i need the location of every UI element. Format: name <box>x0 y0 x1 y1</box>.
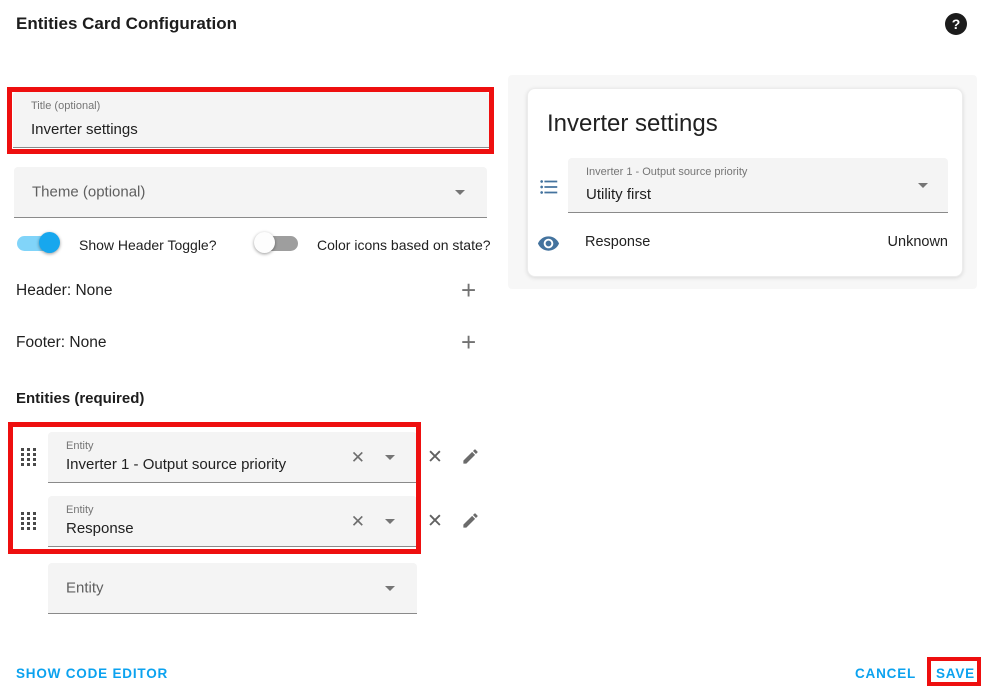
add-footer-icon[interactable]: + <box>461 333 476 351</box>
add-header-icon[interactable]: + <box>461 281 476 299</box>
preview-state-value: Unknown <box>888 234 948 250</box>
title-input[interactable]: Title (optional) Inverter settings <box>13 92 489 148</box>
entity-select-label: Entity <box>66 504 94 516</box>
clear-icon[interactable]: ✕ <box>351 513 365 530</box>
header-row-label: Header: None <box>16 282 113 300</box>
toggle-thumb <box>254 232 275 253</box>
preview-state-name[interactable]: Response <box>585 234 650 250</box>
edit-entity-icon[interactable] <box>461 511 480 535</box>
entity-select-new[interactable]: Entity <box>48 563 417 614</box>
chevron-down-icon <box>385 519 395 524</box>
page-title: Entities Card Configuration <box>16 14 237 34</box>
chevron-down-icon <box>385 455 395 460</box>
color-icons-toggle[interactable] <box>254 230 312 256</box>
show-code-editor-button[interactable]: SHOW CODE EDITOR <box>16 666 168 681</box>
entities-heading: Entities (required) <box>16 390 144 407</box>
remove-entity-icon[interactable]: ✕ <box>427 448 443 467</box>
chevron-down-icon <box>918 183 928 188</box>
eye-icon <box>537 232 560 260</box>
color-icons-toggle-label: Color icons based on state? <box>317 237 491 253</box>
remove-entity-icon[interactable]: ✕ <box>427 512 443 531</box>
drag-handle[interactable] <box>21 448 36 468</box>
entity-select-value: Inverter 1 - Output source priority <box>66 456 286 473</box>
toggle-thumb <box>39 232 60 253</box>
preview-select-label: Inverter 1 - Output source priority <box>586 166 747 178</box>
drag-handle[interactable] <box>21 512 36 532</box>
theme-select-label: Theme (optional) <box>32 184 145 201</box>
cancel-button[interactable]: CANCEL <box>855 666 916 681</box>
chevron-down-icon <box>455 190 465 195</box>
entity-select-value: Response <box>66 520 134 537</box>
show-header-toggle-label: Show Header Toggle? <box>79 237 217 253</box>
entity-select-placeholder: Entity <box>66 580 104 597</box>
chevron-down-icon <box>385 586 395 591</box>
save-button[interactable]: SAVE <box>936 666 975 681</box>
theme-select[interactable]: Theme (optional) <box>14 167 487 218</box>
entity-select-label: Entity <box>66 440 94 452</box>
list-bulleted-icon <box>538 176 560 203</box>
entity-select-2[interactable]: Entity Response ✕ <box>48 496 417 547</box>
clear-icon[interactable]: ✕ <box>351 449 365 466</box>
edit-entity-icon[interactable] <box>461 447 480 471</box>
preview-card-title: Inverter settings <box>547 110 718 138</box>
title-input-label: Title (optional) <box>31 100 100 112</box>
show-header-toggle[interactable] <box>13 230 71 256</box>
preview-select-value: Utility first <box>586 186 651 203</box>
help-icon[interactable]: ? <box>945 13 967 35</box>
footer-row-label: Footer: None <box>16 334 106 352</box>
entity-select-1[interactable]: Entity Inverter 1 - Output source priori… <box>48 432 417 483</box>
title-input-value: Inverter settings <box>31 121 138 138</box>
preview-select[interactable]: Inverter 1 - Output source priority Util… <box>568 158 948 213</box>
